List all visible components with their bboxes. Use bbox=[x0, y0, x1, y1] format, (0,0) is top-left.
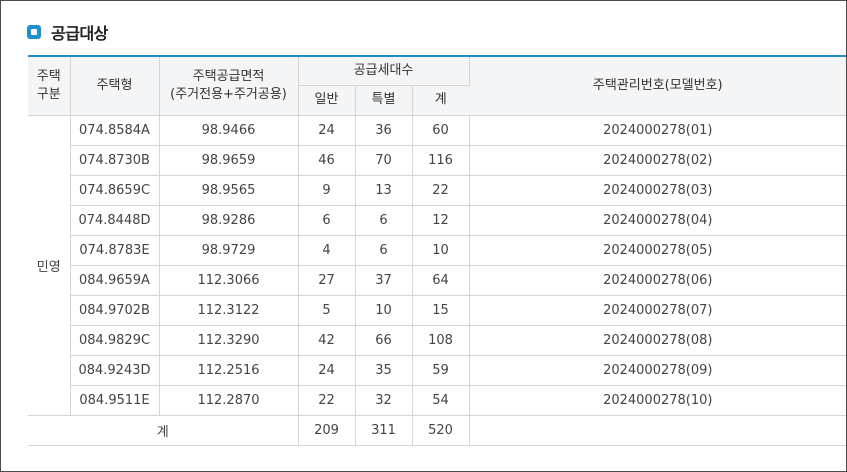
model-cell: 2024000278(05) bbox=[469, 235, 847, 266]
table-row: 074.8448D 98.9286 6 6 12 2024000278(04) bbox=[28, 205, 847, 236]
category-cell: 민영 bbox=[28, 115, 71, 416]
general-cell: 27 bbox=[298, 265, 356, 296]
total-label: 계 bbox=[28, 415, 299, 446]
section-heading: 공급대상 bbox=[27, 21, 108, 43]
table-body: 민영 074.8584A 98.9466 24 36 60 2024000278… bbox=[28, 115, 847, 446]
general-cell: 24 bbox=[298, 115, 356, 146]
type-cell: 074.8584A bbox=[70, 115, 160, 146]
sum-cell: 108 bbox=[412, 325, 470, 356]
header-model-no: 주택관리번호(모델번호) bbox=[469, 55, 847, 116]
special-cell: 32 bbox=[355, 385, 413, 416]
sum-cell: 15 bbox=[412, 295, 470, 326]
total-special: 311 bbox=[355, 415, 413, 446]
area-cell: 112.2516 bbox=[159, 355, 299, 386]
special-cell: 35 bbox=[355, 355, 413, 386]
model-cell: 2024000278(04) bbox=[469, 205, 847, 236]
area-cell: 98.9659 bbox=[159, 145, 299, 176]
area-cell: 112.3290 bbox=[159, 325, 299, 356]
table-row: 084.9702B 112.3122 5 10 15 2024000278(07… bbox=[28, 295, 847, 326]
model-cell: 2024000278(10) bbox=[469, 385, 847, 416]
table-row: 084.9659A 112.3066 27 37 64 2024000278(0… bbox=[28, 265, 847, 296]
general-cell: 5 bbox=[298, 295, 356, 326]
model-cell: 2024000278(03) bbox=[469, 175, 847, 206]
sum-cell: 12 bbox=[412, 205, 470, 236]
header-area: 주택공급면적 (주거전용+주거공용) bbox=[159, 55, 299, 116]
table-row: 084.9511E 112.2870 22 32 54 2024000278(1… bbox=[28, 385, 847, 416]
general-cell: 24 bbox=[298, 355, 356, 386]
general-cell: 42 bbox=[298, 325, 356, 356]
total-general: 209 bbox=[298, 415, 356, 446]
sum-cell: 60 bbox=[412, 115, 470, 146]
general-cell: 4 bbox=[298, 235, 356, 266]
special-cell: 37 bbox=[355, 265, 413, 296]
table-row: 074.8730B 98.9659 46 70 116 2024000278(0… bbox=[28, 145, 847, 176]
header-category: 주택 구분 bbox=[28, 55, 71, 116]
sum-cell: 54 bbox=[412, 385, 470, 416]
special-cell: 13 bbox=[355, 175, 413, 206]
header-households: 공급세대수 bbox=[298, 55, 470, 86]
header-sum: 계 bbox=[412, 85, 470, 116]
model-cell: 2024000278(06) bbox=[469, 265, 847, 296]
header-general: 일반 bbox=[298, 85, 356, 116]
table-row: 074.8659C 98.9565 9 13 22 2024000278(03) bbox=[28, 175, 847, 206]
sum-cell: 10 bbox=[412, 235, 470, 266]
total-row: 계 209 311 520 bbox=[28, 415, 847, 446]
general-cell: 46 bbox=[298, 145, 356, 176]
model-cell: 2024000278(08) bbox=[469, 325, 847, 356]
table-row: 084.9243D 112.2516 24 35 59 2024000278(0… bbox=[28, 355, 847, 386]
square-bullet-icon bbox=[27, 25, 41, 39]
sum-cell: 59 bbox=[412, 355, 470, 386]
type-cell: 084.9702B bbox=[70, 295, 160, 326]
section-title: 공급대상 bbox=[51, 24, 108, 43]
table-row: 074.8783E 98.9729 4 6 10 2024000278(05) bbox=[28, 235, 847, 266]
total-sum: 520 bbox=[412, 415, 470, 446]
general-cell: 22 bbox=[298, 385, 356, 416]
model-cell: 2024000278(02) bbox=[469, 145, 847, 176]
type-cell: 074.8783E bbox=[70, 235, 160, 266]
type-cell: 074.8448D bbox=[70, 205, 160, 236]
area-cell: 112.2870 bbox=[159, 385, 299, 416]
table-row: 민영 074.8584A 98.9466 24 36 60 2024000278… bbox=[28, 115, 847, 416]
sum-cell: 22 bbox=[412, 175, 470, 206]
area-cell: 98.9729 bbox=[159, 235, 299, 266]
special-cell: 66 bbox=[355, 325, 413, 356]
sum-cell: 116 bbox=[412, 145, 470, 176]
special-cell: 70 bbox=[355, 145, 413, 176]
special-cell: 6 bbox=[355, 235, 413, 266]
area-cell: 112.3122 bbox=[159, 295, 299, 326]
general-cell: 6 bbox=[298, 205, 356, 236]
document-frame: 공급대상 주택 구분 주택형 주택공급면적 (주거전용+주거공용) 공급세대수 … bbox=[0, 0, 847, 472]
area-cell: 98.9286 bbox=[159, 205, 299, 236]
special-cell: 36 bbox=[355, 115, 413, 146]
type-cell: 074.8659C bbox=[70, 175, 160, 206]
table-header: 주택 구분 주택형 주택공급면적 (주거전용+주거공용) 공급세대수 주택관리번… bbox=[28, 55, 847, 116]
type-cell: 084.9243D bbox=[70, 355, 160, 386]
area-cell: 112.3066 bbox=[159, 265, 299, 296]
header-type: 주택형 bbox=[70, 55, 160, 116]
sum-cell: 64 bbox=[412, 265, 470, 296]
header-special: 특별 bbox=[355, 85, 413, 116]
type-cell: 084.9511E bbox=[70, 385, 160, 416]
model-cell: 2024000278(01) bbox=[469, 115, 847, 146]
total-model bbox=[469, 415, 847, 446]
type-cell: 084.9829C bbox=[70, 325, 160, 356]
general-cell: 9 bbox=[298, 175, 356, 206]
area-cell: 98.9466 bbox=[159, 115, 299, 146]
table-row: 084.9829C 112.3290 42 66 108 2024000278(… bbox=[28, 325, 847, 356]
special-cell: 6 bbox=[355, 205, 413, 236]
model-cell: 2024000278(09) bbox=[469, 355, 847, 386]
special-cell: 10 bbox=[355, 295, 413, 326]
model-cell: 2024000278(07) bbox=[469, 295, 847, 326]
type-cell: 074.8730B bbox=[70, 145, 160, 176]
area-cell: 98.9565 bbox=[159, 175, 299, 206]
header-row: 주택 구분 주택형 주택공급면적 (주거전용+주거공용) 공급세대수 주택관리번… bbox=[28, 55, 847, 116]
type-cell: 084.9659A bbox=[70, 265, 160, 296]
supply-table: 주택 구분 주택형 주택공급면적 (주거전용+주거공용) 공급세대수 주택관리번… bbox=[28, 55, 847, 446]
